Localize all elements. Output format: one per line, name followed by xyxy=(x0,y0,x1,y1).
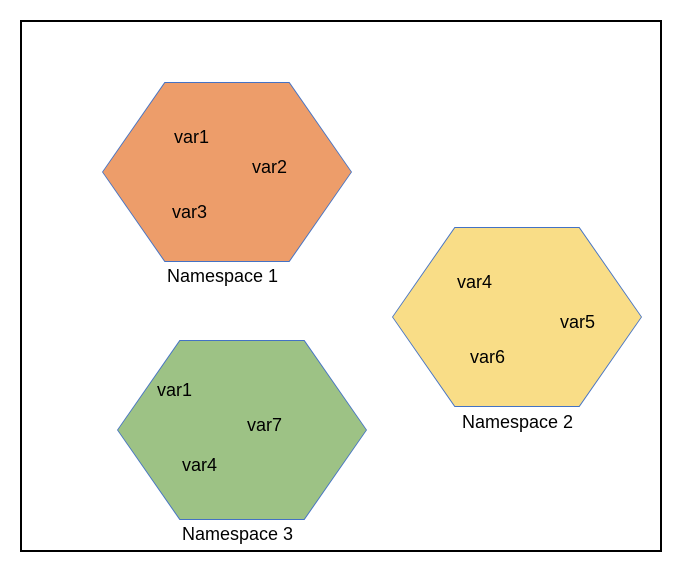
namespace-1-hexagon: var1 var2 var3 xyxy=(102,82,352,262)
namespace-1-var-1: var1 xyxy=(174,127,209,148)
hexagon-fill xyxy=(103,83,351,261)
namespace-2-var-2: var5 xyxy=(560,312,595,333)
namespace-2-label: Namespace 2 xyxy=(462,412,573,433)
hexagon-fill xyxy=(118,341,366,519)
namespace-3-var-2: var7 xyxy=(247,415,282,436)
namespace-2-hexagon: var4 var5 var6 xyxy=(392,227,642,407)
namespace-3-label: Namespace 3 xyxy=(182,524,293,545)
namespace-2-var-3: var6 xyxy=(470,347,505,368)
outer-frame: var1 var2 var3 Namespace 1 var4 var5 var… xyxy=(20,20,662,552)
namespace-2-var-1: var4 xyxy=(457,272,492,293)
namespace-1-var-3: var3 xyxy=(172,202,207,223)
diagram-canvas: var1 var2 var3 Namespace 1 var4 var5 var… xyxy=(0,0,683,572)
hexagon-fill xyxy=(393,228,641,406)
namespace-1-var-2: var2 xyxy=(252,157,287,178)
namespace-3-var-3: var4 xyxy=(182,455,217,476)
namespace-3-hexagon: var1 var7 var4 xyxy=(117,340,367,520)
namespace-1-label: Namespace 1 xyxy=(167,266,278,287)
namespace-3-var-1: var1 xyxy=(157,380,192,401)
